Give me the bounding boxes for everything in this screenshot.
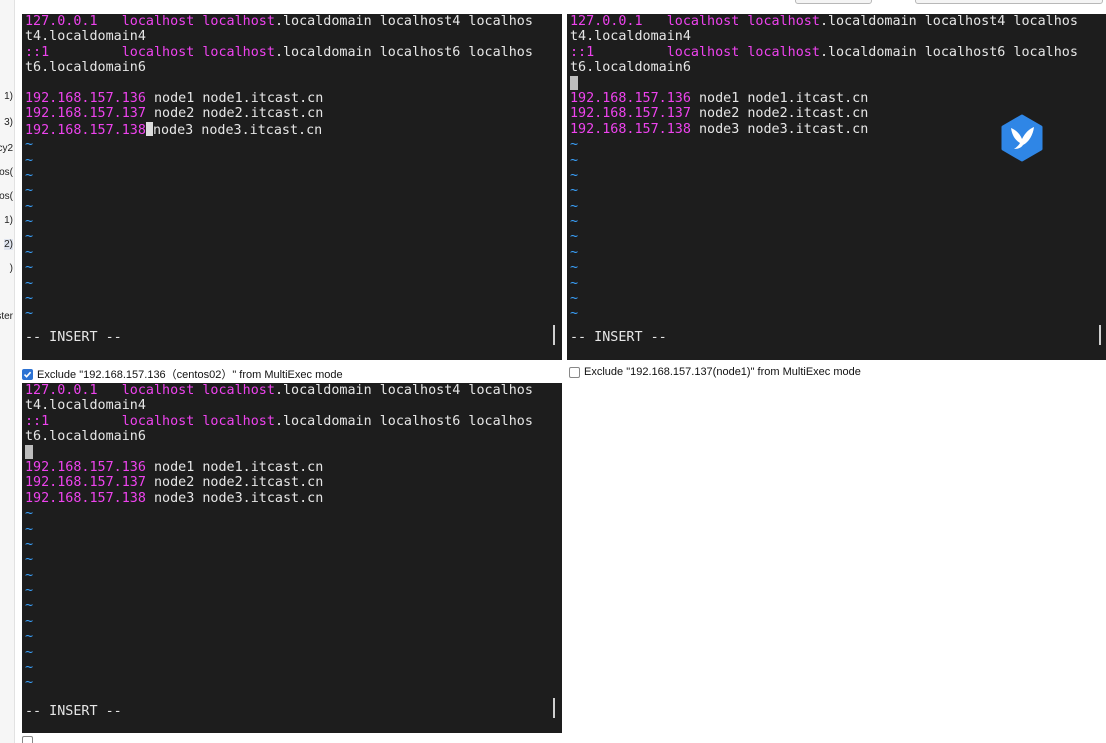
- hosts-line: t4.localdomain4: [25, 29, 146, 45]
- empty-line-tilde: ~: [25, 214, 34, 230]
- empty-line-tilde: ~: [570, 229, 579, 245]
- hosts-line: 192.168.157.136 node1 node1.itcast.cn: [570, 90, 869, 106]
- text-cursor: [570, 75, 578, 90]
- hosts-line: t4.localdomain4: [25, 398, 146, 414]
- empty-line-tilde: ~: [25, 629, 34, 645]
- empty-line-tilde: ~: [25, 552, 34, 568]
- session-item[interactable]: tos(: [0, 191, 13, 202]
- text-cursor: [145, 121, 153, 136]
- hosts-line: 192.168.157.138 node3 node3.itcast.cn: [25, 121, 323, 138]
- empty-line-tilde: ~: [570, 291, 579, 307]
- exclude-multiexec-checkbox-1[interactable]: Exclude "192.168.157.136（centos02）" from…: [22, 366, 343, 382]
- session-item[interactable]: ster: [0, 311, 13, 322]
- text-cursor: [25, 444, 33, 459]
- empty-line-tilde: ~: [25, 183, 34, 199]
- terminal-pane-1[interactable]: 127.0.0.1 localhost localhost.localdomai…: [22, 14, 562, 360]
- hosts-line: 127.0.0.1 localhost localhost.localdomai…: [25, 14, 533, 29]
- exclude-label: Exclude "192.168.157.137(node1)" from Mu…: [584, 366, 861, 378]
- hosts-line: t6.localdomain6: [25, 429, 146, 445]
- empty-line-tilde: ~: [25, 536, 34, 552]
- checkbox-checked-icon[interactable]: [22, 368, 33, 380]
- session-item-selected[interactable]: 2): [4, 239, 13, 250]
- hosts-line: ::1 localhost localhost.localdomain loca…: [25, 44, 533, 60]
- session-item[interactable]: tos(: [0, 167, 13, 178]
- empty-line-tilde: ~: [25, 275, 34, 291]
- empty-line-tilde: ~: [570, 183, 579, 199]
- hosts-line: 192.168.157.137 node2 node2.itcast.cn: [25, 106, 324, 122]
- empty-line-tilde: ~: [25, 613, 34, 629]
- empty-line-tilde: ~: [25, 306, 34, 322]
- hosts-line: 192.168.157.136 node1 node1.itcast.cn: [25, 459, 324, 475]
- toolbar-button-right[interactable]: [915, 0, 1103, 4]
- empty-line-tilde: ~: [570, 260, 579, 276]
- hosts-line: ::1 localhost localhost.localdomain loca…: [25, 413, 533, 429]
- insert-mode-status: -- INSERT --: [570, 330, 667, 345]
- terminal-pane-3[interactable]: 127.0.0.1 localhost localhost.localdomai…: [22, 383, 562, 733]
- exclude-multiexec-checkbox-2[interactable]: Exclude "192.168.157.137(node1)" from Mu…: [569, 366, 861, 378]
- hosts-line: t6.localdomain6: [25, 60, 146, 76]
- empty-line-tilde: ~: [570, 275, 579, 291]
- hosts-line: ::1 localhost localhost.localdomain loca…: [570, 44, 1078, 60]
- empty-line-tilde: ~: [25, 506, 34, 522]
- session-sidebar: 1) 3) cy2 tos( tos( 1) 2) ) ster: [0, 0, 15, 743]
- empty-line-tilde: ~: [25, 675, 34, 691]
- session-item[interactable]: 1): [4, 215, 13, 226]
- empty-line-tilde: ~: [25, 198, 34, 214]
- empty-line-tilde: ~: [25, 521, 34, 537]
- empty-line-tilde: ~: [25, 567, 34, 583]
- hosts-line: t4.localdomain4: [570, 29, 691, 45]
- empty-line-tilde: ~: [25, 260, 34, 276]
- scrollbar[interactable]: [553, 698, 555, 718]
- session-item[interactable]: 1): [4, 91, 13, 102]
- empty-line-tilde: ~: [25, 167, 34, 183]
- exclude-multiexec-checkbox-3[interactable]: [22, 736, 37, 743]
- scrollbar[interactable]: [1099, 325, 1101, 345]
- hosts-line: 127.0.0.1 localhost localhost.localdomai…: [570, 14, 1078, 29]
- empty-line-tilde: ~: [570, 214, 579, 230]
- empty-line-tilde: ~: [570, 306, 579, 322]
- checkbox-unchecked-icon[interactable]: [22, 736, 33, 743]
- hosts-line: 127.0.0.1 localhost localhost.localdomai…: [25, 383, 533, 398]
- empty-line-tilde: ~: [570, 198, 579, 214]
- hosts-line: 192.168.157.137 node2 node2.itcast.cn: [25, 475, 324, 491]
- checkbox-unchecked-icon[interactable]: [569, 366, 580, 378]
- session-item[interactable]: 3): [4, 117, 13, 128]
- session-item[interactable]: cy2: [0, 143, 13, 154]
- insert-mode-status: -- INSERT --: [25, 704, 122, 719]
- scrollbar[interactable]: [553, 325, 555, 345]
- bird-logo-icon: [998, 114, 1046, 162]
- exclude-label: Exclude "192.168.157.136（centos02）" from…: [37, 369, 343, 381]
- hosts-line: 192.168.157.138 node3 node3.itcast.cn: [25, 490, 324, 506]
- empty-line-tilde: ~: [25, 583, 34, 599]
- insert-mode-status: -- INSERT --: [25, 330, 122, 345]
- empty-line-tilde: ~: [25, 644, 34, 660]
- session-item[interactable]: ): [10, 263, 13, 274]
- empty-line-tilde: ~: [25, 291, 34, 307]
- empty-line-tilde: ~: [25, 137, 34, 153]
- empty-line-tilde: ~: [25, 244, 34, 260]
- empty-line-tilde: ~: [25, 660, 34, 676]
- empty-line-tilde: ~: [25, 229, 34, 245]
- empty-line-tilde: ~: [25, 598, 34, 614]
- hosts-line: 192.168.157.136 node1 node1.itcast.cn: [25, 90, 324, 106]
- empty-line-tilde: ~: [25, 152, 34, 168]
- toolbar-button-left[interactable]: [795, 0, 872, 4]
- hosts-line: t6.localdomain6: [570, 60, 691, 76]
- empty-line-tilde: ~: [570, 244, 579, 260]
- terminal-pane-2[interactable]: 127.0.0.1 localhost localhost.localdomai…: [567, 14, 1106, 360]
- empty-line-tilde: ~: [570, 167, 579, 183]
